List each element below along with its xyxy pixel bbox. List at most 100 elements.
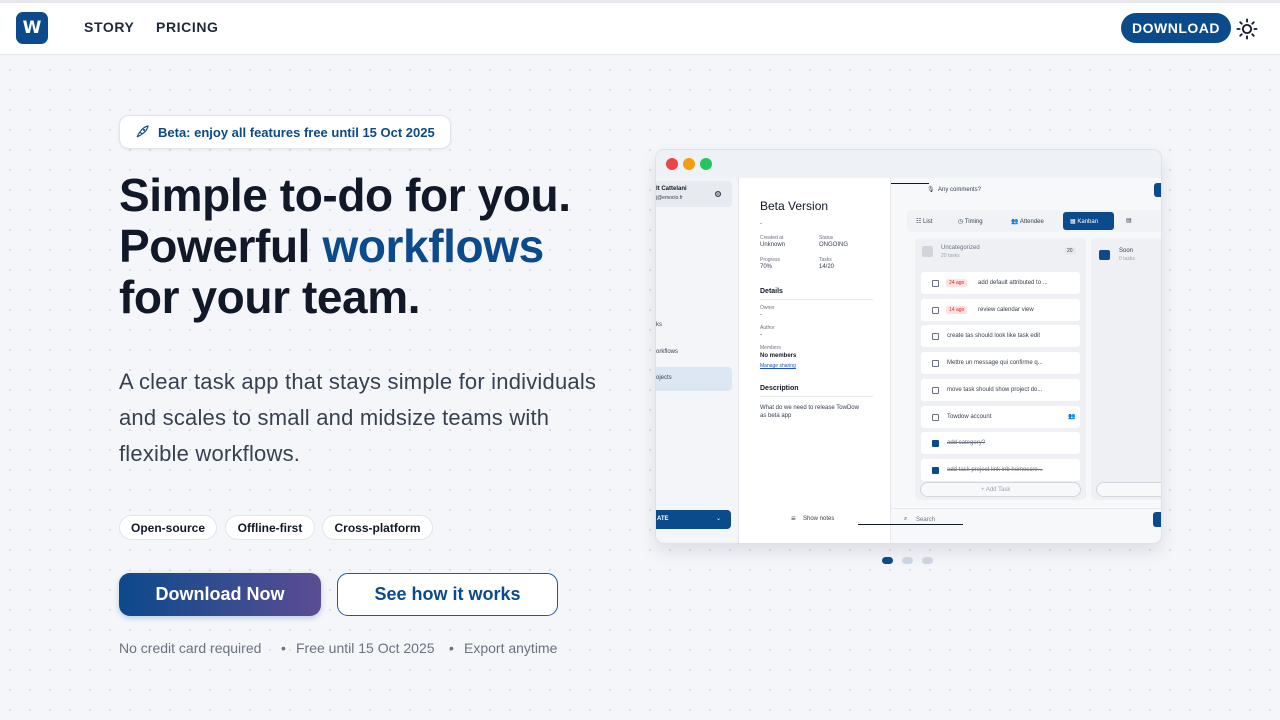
- create-button-label: ATE: [657, 516, 669, 522]
- tasks-label: Tasks: [819, 257, 832, 263]
- hero-title-highlight: workflows: [322, 220, 544, 272]
- task-title: add task project link inb homescre...: [947, 466, 1043, 473]
- list-icon: ≡: [791, 514, 796, 523]
- mic-icon: 🎙: [927, 187, 935, 193]
- view-tabs: ☷ List ◷ Timing 👥 Attendee ▦ Kanban ▤: [907, 210, 1161, 232]
- description-text: What do we need to release TowDow as bet…: [760, 405, 859, 419]
- kanban-column-uncategorized: Uncategorized 20 tasks 20 24 ago add defa…: [915, 238, 1086, 500]
- divider: [858, 524, 963, 525]
- task-card: 24 ago add default attributed to ...: [921, 272, 1080, 294]
- task-due-tag: 24 ago: [946, 279, 968, 287]
- hero-title-line3: for your team.: [119, 271, 421, 323]
- owner-label: Owner: [760, 305, 775, 311]
- note-no-credit-card: No credit card required: [119, 640, 262, 656]
- task-card: Towdow account 👥: [921, 405, 1080, 428]
- task-checkbox: [932, 413, 939, 421]
- column-icon: [922, 246, 933, 257]
- task-card: add category?: [921, 432, 1080, 455]
- beta-badge: Beta: enjoy all features free until 15 O…: [119, 115, 451, 149]
- search-icon: ⌕: [904, 516, 908, 522]
- search-input: Search: [916, 517, 936, 523]
- task-title: Mettre un message qui confirme q...: [947, 360, 1043, 367]
- column-count-text: 20 tasks: [941, 253, 960, 259]
- minimize-dot: [683, 158, 695, 170]
- task-title: create tas should look like task edit: [947, 333, 1041, 340]
- tab-kanban-label: ▦ Kanban: [1070, 219, 1099, 225]
- task-title: move task should show project do...: [947, 386, 1043, 393]
- note-free-until: Free until 15 Oct 2025: [296, 640, 435, 656]
- create-button: ATE ⌄: [656, 510, 731, 529]
- task-checkbox: [932, 386, 939, 394]
- carousel-dot-1[interactable]: [882, 557, 893, 564]
- task-checkbox: [932, 280, 939, 287]
- hero-title: Simple to-do for you. Powerful workflows…: [119, 170, 639, 323]
- status-value: ONGOING: [819, 242, 849, 248]
- task-title: add default attributed to ...: [978, 280, 1048, 286]
- see-how-it-works-button[interactable]: See how it works: [337, 573, 558, 616]
- beta-badge-text: Beta: enjoy all features free until 15 O…: [158, 124, 435, 140]
- shared-icon: 👥: [1068, 413, 1076, 420]
- project-title: Beta Version: [760, 199, 829, 213]
- hero-subtitle: A clear task app that stays simple for i…: [119, 369, 597, 466]
- owner-value: -: [760, 312, 762, 318]
- status-label: Status: [819, 235, 834, 241]
- column-title: Soon: [1119, 248, 1134, 254]
- divider: [760, 299, 873, 300]
- carousel-dot-3[interactable]: [922, 557, 933, 564]
- sidebar-item-projects-label: ojects: [656, 375, 672, 381]
- task-checkbox: [932, 360, 939, 368]
- task-checkbox: [932, 466, 939, 474]
- sidebar-item-tasks: ks: [656, 322, 662, 328]
- carousel-dot-2[interactable]: [902, 557, 913, 564]
- divider: [891, 183, 929, 184]
- details-heading: Details: [760, 288, 783, 295]
- chip-cross-platform: Cross-platform: [322, 515, 433, 540]
- hero-title-line1: Simple to-do for you.: [119, 169, 571, 221]
- task-card: add task project link inb homescre...: [921, 458, 1080, 481]
- logo[interactable]: W: [16, 12, 48, 44]
- send-button: [1154, 183, 1161, 197]
- user-email: j@emocio.fr: [656, 195, 683, 201]
- task-card: move task should show project do...: [921, 378, 1080, 401]
- site-header: W STORY PRICING DOWNLOAD: [0, 3, 1280, 55]
- logo-letter: W: [22, 18, 42, 38]
- progress-value: 70%: [760, 264, 773, 270]
- comments-input: Any comments?: [938, 187, 982, 193]
- tab-kanban: ▦ Kanban: [1063, 212, 1114, 230]
- note-separator: •: [281, 640, 286, 656]
- task-card: Mettre un message qui confirme q...: [921, 352, 1080, 375]
- hero-title-line2: Powerful: [119, 220, 323, 272]
- app-screenshot: lt Cattelani j@emocio.fr ks orkflows oje…: [655, 149, 1162, 544]
- task-checkbox: [932, 440, 939, 448]
- task-checkbox: [932, 333, 939, 341]
- divider: [760, 396, 873, 397]
- download-now-button[interactable]: Download Now: [119, 573, 321, 616]
- sun-icon[interactable]: [1236, 18, 1258, 40]
- nav-pricing[interactable]: PRICING: [156, 19, 219, 35]
- author-value: -: [760, 332, 762, 338]
- task-card: 14 ago review calendar view: [921, 298, 1080, 321]
- task-title: add category?: [947, 440, 986, 447]
- window-titlebar: [656, 150, 1161, 178]
- column-icon: [1099, 250, 1110, 260]
- show-notes: Show notes: [803, 516, 835, 522]
- column-count-text: 0 tasks: [1119, 256, 1135, 262]
- close-dot: [666, 158, 678, 170]
- divider: [891, 508, 1161, 509]
- created-value: Unknown: [760, 242, 786, 248]
- add-button: [1153, 512, 1161, 527]
- created-label: Created at: [760, 235, 784, 241]
- sidebar-item-workflows: orkflows: [656, 349, 679, 355]
- add-task-button: [1096, 482, 1161, 497]
- chip-open-source: Open-source: [119, 515, 217, 540]
- kanban-column-soon: Soon 0 tasks: [1091, 238, 1161, 500]
- members-value: No members: [760, 353, 797, 359]
- note-export: Export anytime: [464, 640, 558, 656]
- header-download-button[interactable]: DOWNLOAD: [1121, 13, 1231, 43]
- add-task-button: + Add Task: [920, 482, 1081, 497]
- gear-icon: [714, 190, 722, 198]
- nav-story[interactable]: STORY: [84, 19, 134, 35]
- rocket-icon: [136, 125, 149, 138]
- app-sidebar: lt Cattelani j@emocio.fr ks orkflows oje…: [656, 178, 738, 543]
- members-label: Members: [760, 345, 781, 351]
